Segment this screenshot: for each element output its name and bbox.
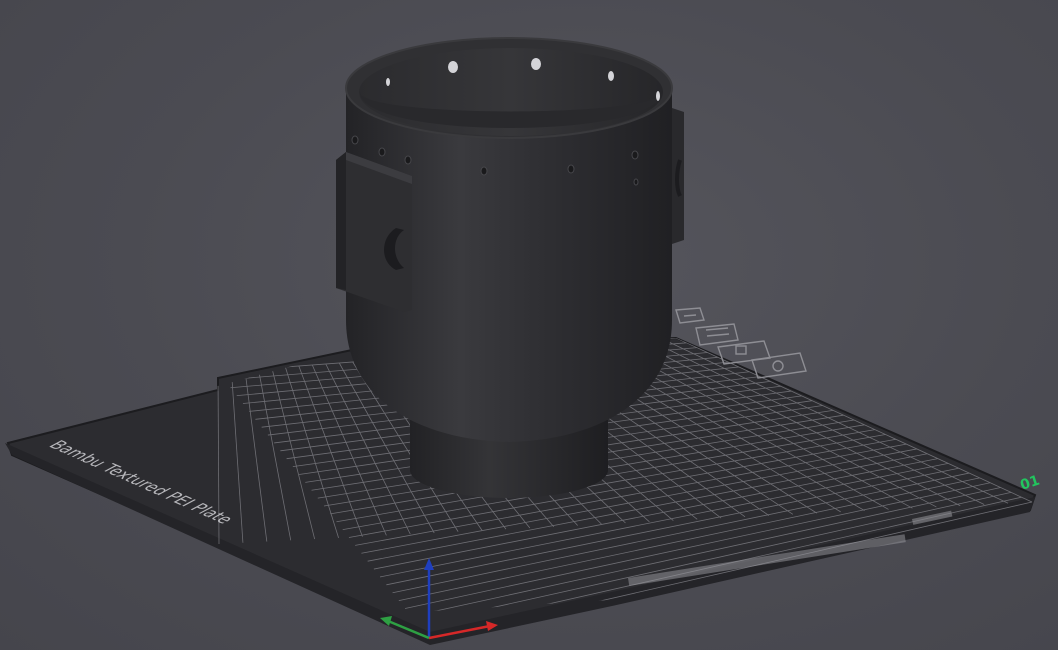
arrange-icon[interactable] [675, 307, 705, 324]
plate-number[interactable]: 01 [1018, 473, 1041, 494]
scene-canvas[interactable]: Bambu Textured PEI Plate 01 [0, 0, 1058, 650]
left-mount-tab [336, 152, 412, 312]
right-mount-tab [672, 108, 684, 244]
3d-viewport[interactable]: Bambu Textured PEI Plate 01 [0, 0, 1058, 650]
orient-icon[interactable] [695, 323, 739, 346]
